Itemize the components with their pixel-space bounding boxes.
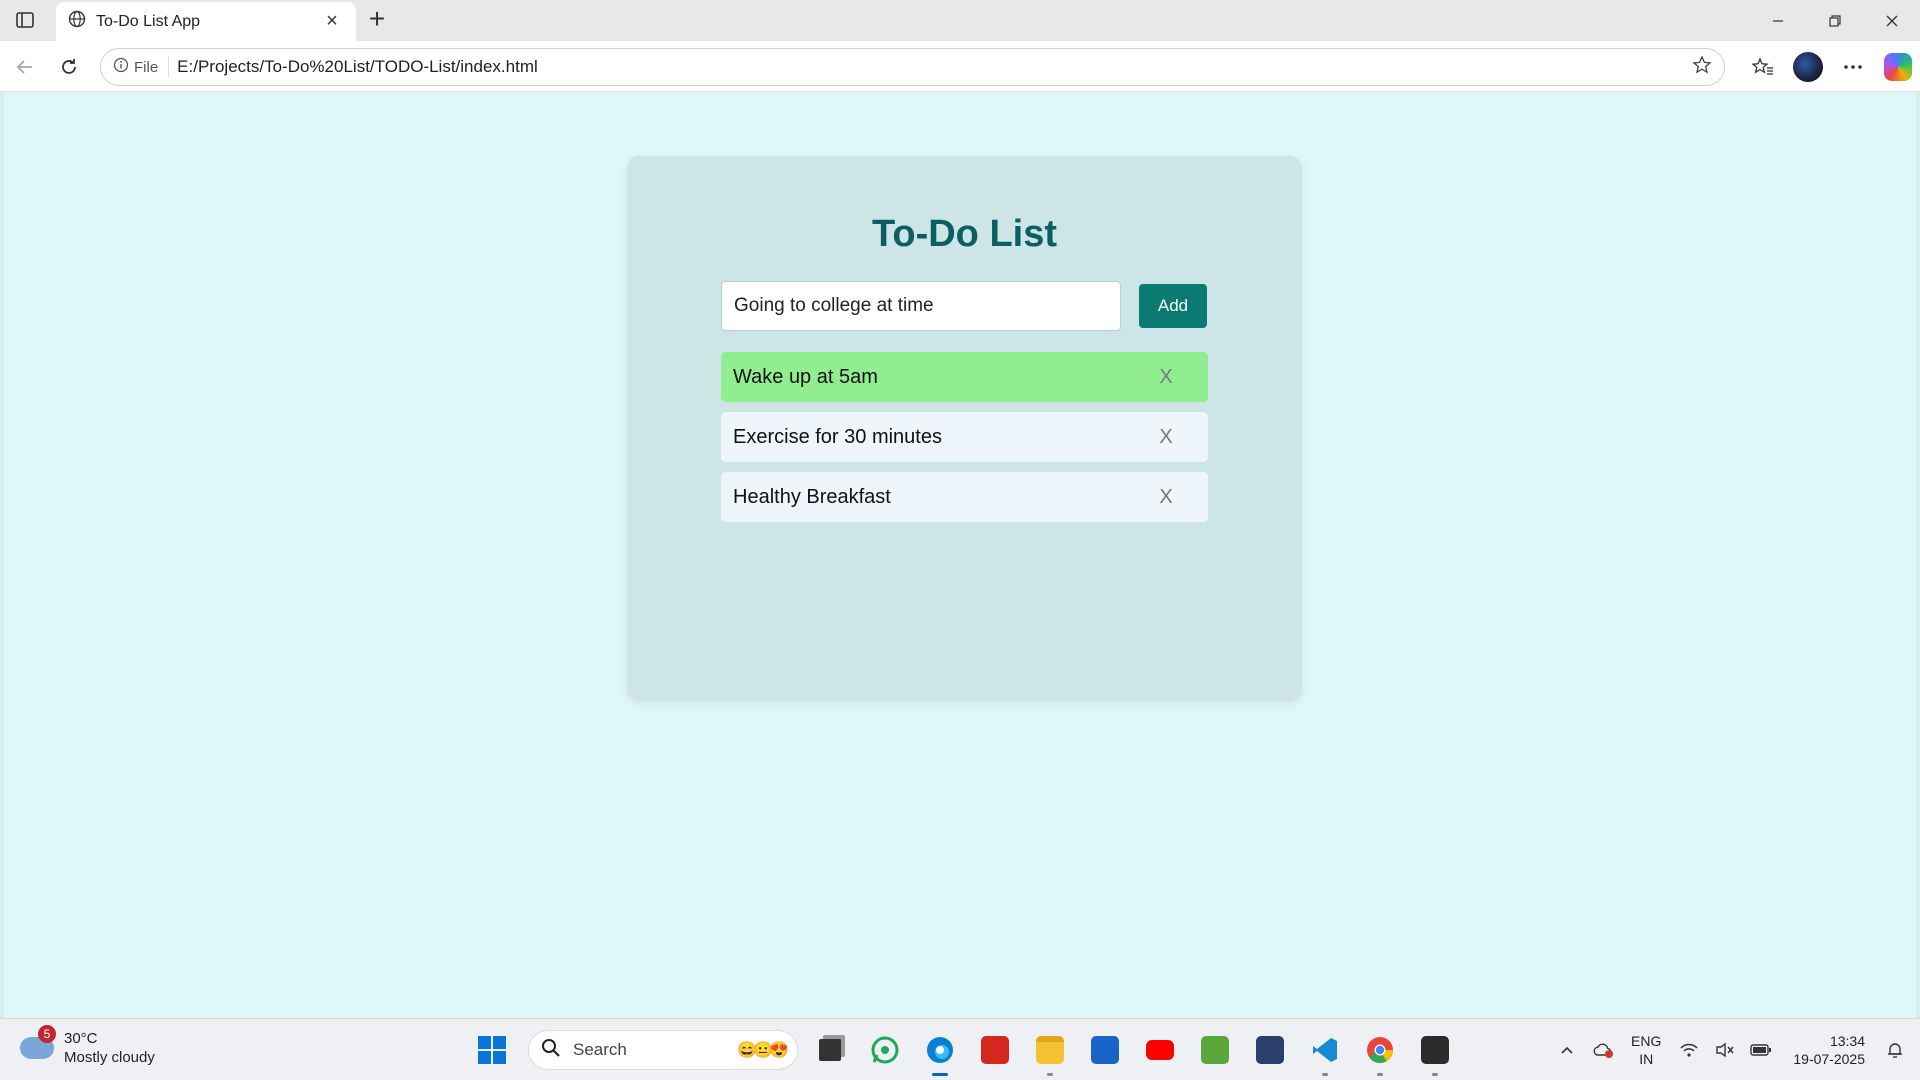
delete-task-button[interactable]: X — [1146, 426, 1186, 449]
notification-bell-icon[interactable] — [1880, 1035, 1910, 1065]
toolbar-right-icons — [1740, 48, 1920, 86]
taskbar-apps: Search 😄😐😍 — [470, 1028, 1458, 1076]
temperature: 30°C — [64, 1030, 98, 1047]
wifi-icon[interactable] — [1674, 1035, 1704, 1065]
task-item[interactable]: Exercise for 30 minutes X — [721, 412, 1208, 462]
task-text: Wake up at 5am — [733, 365, 878, 388]
minimize-button[interactable] — [1749, 0, 1806, 41]
globe-icon — [68, 10, 86, 33]
file-label: File — [134, 58, 159, 76]
vscode-icon[interactable] — [1302, 1028, 1348, 1076]
weather-badge: 5 — [38, 1025, 56, 1043]
site-info-chip[interactable]: File — [113, 56, 170, 78]
file-explorer-icon[interactable] — [1027, 1028, 1073, 1076]
back-button[interactable] — [8, 50, 42, 84]
tab-actions-icon[interactable] — [10, 7, 40, 33]
windows-start-icon[interactable] — [470, 1028, 514, 1072]
search-label: Search — [573, 1040, 627, 1059]
mysql-workbench-icon[interactable] — [1247, 1028, 1293, 1072]
battery-icon[interactable] — [1746, 1035, 1776, 1065]
terminal-icon[interactable] — [1412, 1028, 1458, 1076]
add-task-button[interactable]: Add — [1139, 284, 1207, 328]
tab-title: To-Do List App — [96, 12, 201, 30]
system-tray: ENG IN 13:34 19-07-2025 — [1549, 1028, 1920, 1072]
whatsapp-icon[interactable] — [862, 1028, 908, 1072]
restore-button[interactable] — [1806, 0, 1863, 41]
copilot-icon[interactable] — [1875, 48, 1920, 86]
search-highlight-emoji: 😄😐😍 — [737, 1042, 789, 1059]
region-code: IN — [1639, 1051, 1654, 1067]
favorites-icon[interactable] — [1740, 48, 1785, 86]
task-item[interactable]: Healthy Breakfast X — [721, 472, 1208, 522]
language-indicator[interactable]: ENG IN — [1631, 1032, 1661, 1068]
clock[interactable]: 13:34 19-07-2025 — [1793, 1032, 1865, 1068]
search-icon — [541, 1038, 561, 1063]
url-text[interactable]: E:/Projects/To-Do%20List/TODO-List/index… — [177, 57, 1692, 77]
tab-close-button[interactable]: × — [320, 10, 344, 33]
game-app-icon[interactable] — [1192, 1028, 1238, 1072]
task-text: Exercise for 30 minutes — [733, 425, 942, 448]
delete-task-button[interactable]: X — [1146, 486, 1186, 509]
cloud-icon: 5 — [20, 1025, 56, 1059]
edge-browser-icon[interactable] — [917, 1028, 963, 1076]
clock-date: 19-07-2025 — [1793, 1051, 1865, 1067]
task-view-icon[interactable] — [807, 1028, 853, 1072]
window-controls — [1749, 0, 1920, 41]
windows-taskbar: 5 30°C Mostly cloudy Search 😄😐😍 ENG IN 1… — [0, 1018, 1920, 1080]
info-icon — [113, 57, 129, 77]
new-tab-button[interactable]: + — [362, 5, 392, 35]
more-options-icon[interactable] — [1830, 48, 1875, 86]
refresh-button[interactable] — [52, 50, 86, 84]
task-item[interactable]: Wake up at 5am X — [721, 352, 1208, 402]
close-window-button[interactable] — [1863, 0, 1920, 41]
delete-task-button[interactable]: X — [1146, 366, 1186, 389]
language-code: ENG — [1631, 1033, 1662, 1049]
chrome-icon[interactable] — [1357, 1028, 1403, 1076]
onedrive-icon[interactable] — [1588, 1035, 1618, 1065]
address-bar[interactable]: File E:/Projects/To-Do%20List/TODO-List/… — [100, 48, 1725, 86]
chevron-up-icon[interactable] — [1552, 1035, 1582, 1065]
browser-tab-bar: To-Do List App × + — [0, 0, 1920, 41]
task-input[interactable] — [721, 281, 1121, 331]
favorite-star-icon[interactable] — [1692, 54, 1712, 80]
volume-muted-icon[interactable] — [1710, 1035, 1740, 1065]
task-list: Wake up at 5am X Exercise for 30 minutes… — [721, 352, 1208, 532]
weather-widget[interactable]: 5 30°C Mostly cloudy — [20, 1025, 155, 1067]
microsoft-store-icon[interactable] — [1082, 1028, 1128, 1072]
active-tab[interactable]: To-Do List App × — [56, 2, 356, 41]
app-title: To-Do List — [871, 213, 1058, 255]
weather-description: Mostly cloudy — [64, 1049, 155, 1066]
taskbar-search[interactable]: Search 😄😐😍 — [528, 1030, 798, 1070]
page-viewport: To-Do List Add Wake up at 5am X Exercise… — [0, 92, 1920, 1018]
profile-avatar[interactable] — [1785, 48, 1830, 86]
acrobat-icon[interactable] — [972, 1028, 1018, 1072]
clock-time: 13:34 — [1829, 1033, 1865, 1049]
browser-toolbar: File E:/Projects/To-Do%20List/TODO-List/… — [0, 41, 1920, 92]
youtube-icon[interactable] — [1137, 1028, 1183, 1072]
todo-card: To-Do List Add Wake up at 5am X Exercise… — [627, 156, 1302, 701]
task-text: Healthy Breakfast — [733, 485, 891, 508]
